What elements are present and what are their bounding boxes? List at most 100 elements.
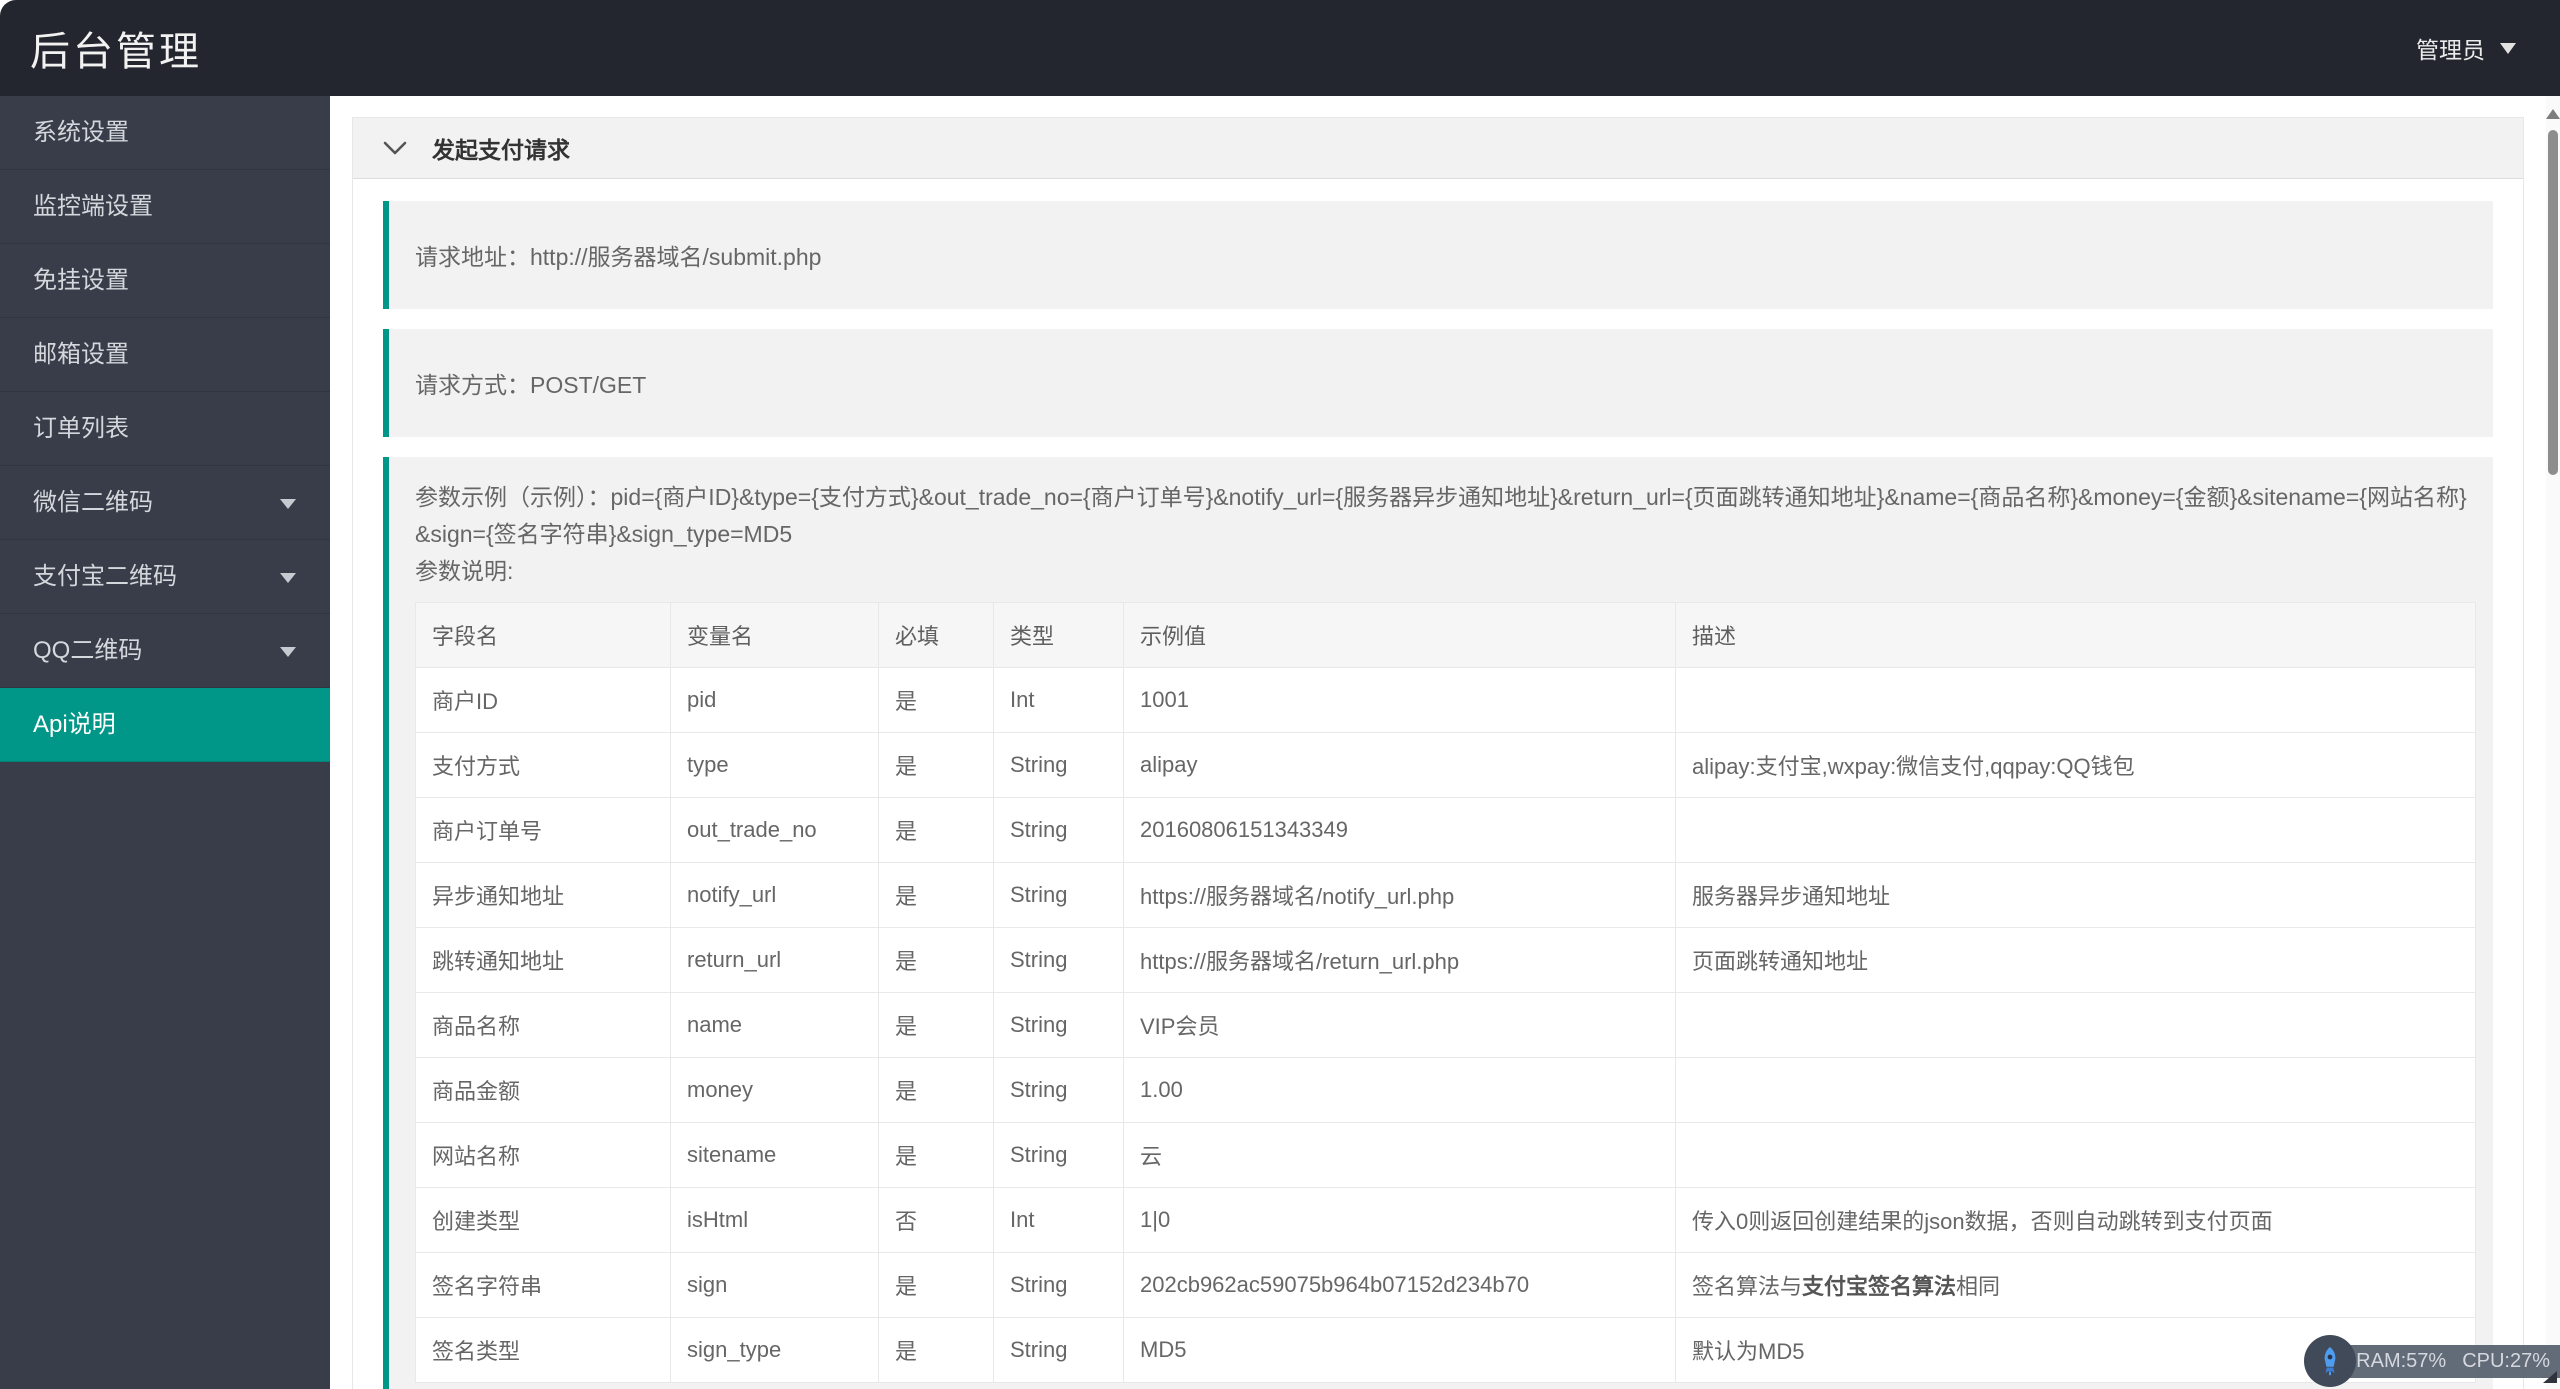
sidebar-item-qq-qrcode[interactable]: QQ二维码 [0, 614, 330, 688]
request-method-quote: 请求方式：POST/GET [383, 329, 2493, 437]
table-cell: pid [670, 667, 879, 733]
table-cell: alipay [1123, 732, 1676, 798]
app-header: 后台管理 管理员 [0, 0, 2560, 96]
table-cell: MD5 [1123, 1317, 1676, 1383]
table-cell: String [993, 1252, 1124, 1318]
sidebar-item-api-doc[interactable]: Api说明 [0, 688, 330, 762]
table-cell: return_url [670, 927, 879, 993]
table-row: 签名类型 sign_type 是 String MD5 默认为MD5 [415, 1317, 2476, 1383]
table-cell [1675, 992, 2476, 1058]
table-cell: String [993, 1317, 1124, 1383]
table-cell [1675, 1057, 2476, 1123]
sidebar-item-label: QQ二维码 [33, 637, 143, 664]
system-monitor-widget[interactable]: RAM:57% CPU:27% [2304, 1335, 2560, 1387]
table-cell: 是 [878, 992, 994, 1058]
table-cell: VIP会员 [1123, 992, 1676, 1058]
table-cell: 商品名称 [415, 992, 671, 1058]
sidebar-item-monitor-settings[interactable]: 监控端设置 [0, 170, 330, 244]
table-cell: String [993, 862, 1124, 928]
main-content: 发起支付请求 请求地址：http://服务器域名/submit.php 请求方式… [330, 96, 2546, 1389]
chevron-down-icon [2500, 43, 2516, 62]
collapse-panel-header[interactable]: 发起支付请求 [353, 118, 2523, 179]
sidebar-item-label: Api说明 [33, 711, 116, 738]
table-row: 商户订单号 out_trade_no 是 String 2016080615134334… [415, 797, 2476, 863]
table-cell: 商户ID [415, 667, 671, 733]
table-cell: String [993, 927, 1124, 993]
chevron-down-icon [280, 573, 296, 591]
table-cell: String [993, 1057, 1124, 1123]
sidebar-item-label: 支付宝二维码 [33, 563, 177, 590]
scroll-up-icon[interactable] [2546, 109, 2560, 119]
ram-usage: RAM:57% [2356, 1350, 2447, 1372]
table-column-header: 示例值 [1123, 602, 1676, 668]
table-cell: 传入0则返回创建结果的json数据，否则自动跳转到支付页面 [1675, 1187, 2476, 1253]
table-column-header: 变量名 [670, 602, 879, 668]
widget-corner-handle [2543, 1371, 2557, 1383]
table-row: 网站名称 sitename 是 String 云 [415, 1122, 2476, 1188]
params-example-text: 参数示例（示例）：pid={商户ID}&type={支付方式}&out_trad… [415, 484, 2467, 547]
sidebar-item-label: 订单列表 [33, 415, 129, 442]
params-label: 参数说明: [415, 558, 514, 584]
sidebar-item-system-settings[interactable]: 系统设置 [0, 96, 330, 170]
table-column-header: 描述 [1675, 602, 2476, 668]
table-cell: Int [993, 1187, 1124, 1253]
table-cell: 1001 [1123, 667, 1676, 733]
table-cell: 网站名称 [415, 1122, 671, 1188]
user-menu[interactable]: 管理员 [2416, 0, 2516, 96]
table-row: 异步通知地址 notify_url 是 String https://服务器域名/not… [415, 862, 2476, 928]
table-cell: 签名字符串 [415, 1252, 671, 1318]
table-cell: name [670, 992, 879, 1058]
sidebar-item-label: 监控端设置 [33, 193, 153, 220]
table-cell: sign_type [670, 1317, 879, 1383]
table-cell: sitename [670, 1122, 879, 1188]
table-column-header: 必填 [878, 602, 994, 668]
table-row: 商品名称 name 是 String VIP会员 [415, 992, 2476, 1058]
table-cell: 签名类型 [415, 1317, 671, 1383]
sidebar-item-wechat-qrcode[interactable]: 微信二维码 [0, 466, 330, 540]
table-cell [1675, 797, 2476, 863]
table-cell: 异步通知地址 [415, 862, 671, 928]
table-cell: 是 [878, 1317, 994, 1383]
table-column-header: 字段名 [415, 602, 671, 668]
table-cell: 商户订单号 [415, 797, 671, 863]
sidebar-item-label: 系统设置 [33, 119, 129, 146]
cpu-usage: CPU:27% [2462, 1350, 2550, 1372]
table-cell: Int [993, 667, 1124, 733]
table-cell [1675, 1122, 2476, 1188]
table-cell: 创建类型 [415, 1187, 671, 1253]
table-cell: 1.00 [1123, 1057, 1676, 1123]
table-cell: 是 [878, 927, 994, 993]
table-cell [1675, 667, 2476, 733]
table-cell: 服务器异步通知地址 [1675, 862, 2476, 928]
sidebar-item-label: 邮箱设置 [33, 341, 129, 368]
table-cell: 支付方式 [415, 732, 671, 798]
scrollbar-thumb[interactable] [2548, 130, 2558, 475]
table-cell: 签名算法与支付宝签名算法相同 [1675, 1252, 2476, 1318]
table-cell: isHtml [670, 1187, 879, 1253]
table-cell: 页面跳转通知地址 [1675, 927, 2476, 993]
user-name: 管理员 [2416, 37, 2485, 63]
sidebar-item-mail-settings[interactable]: 邮箱设置 [0, 318, 330, 392]
table-cell: String [993, 1122, 1124, 1188]
sidebar-item-alipay-qrcode[interactable]: 支付宝二维码 [0, 540, 330, 614]
collapse-panel-body: 请求地址：http://服务器域名/submit.php 请求方式：POST/G… [353, 179, 2523, 1389]
table-row: 签名字符串 sign 是 String 202cb962ac59075b964b0715… [415, 1252, 2476, 1318]
table-cell: 是 [878, 1122, 994, 1188]
table-cell: String [993, 732, 1124, 798]
section-title: 发起支付请求 [432, 137, 570, 163]
table-cell: 是 [878, 862, 994, 928]
vertical-scrollbar[interactable] [2546, 96, 2560, 1389]
table-header-row: 字段名 变量名 必填 类型 示例值 描述 [415, 602, 2476, 668]
system-monitor-pill: RAM:57% CPU:27% [2328, 1345, 2560, 1378]
table-cell: String [993, 992, 1124, 1058]
api-params-table: 字段名 变量名 必填 类型 示例值 描述 商户ID pid 是 Int 1001 支付方式 type 是 S… [415, 602, 2476, 1383]
table-cell: 是 [878, 732, 994, 798]
sidebar-nav: 系统设置监控端设置免挂设置邮箱设置订单列表微信二维码支付宝二维码 QQ二维码 Api… [0, 96, 330, 1389]
table-cell: 是 [878, 1057, 994, 1123]
table-column-header: 类型 [993, 602, 1124, 668]
table-row: 支付方式 type 是 String alipay alipay:支付宝,wxpay:微信… [415, 732, 2476, 798]
sidebar-item-mianGua-settings[interactable]: 免挂设置 [0, 244, 330, 318]
table-cell: 是 [878, 667, 994, 733]
sidebar-item-order-list[interactable]: 订单列表 [0, 392, 330, 466]
table-cell: 202cb962ac59075b964b07152d234b70 [1123, 1252, 1676, 1318]
